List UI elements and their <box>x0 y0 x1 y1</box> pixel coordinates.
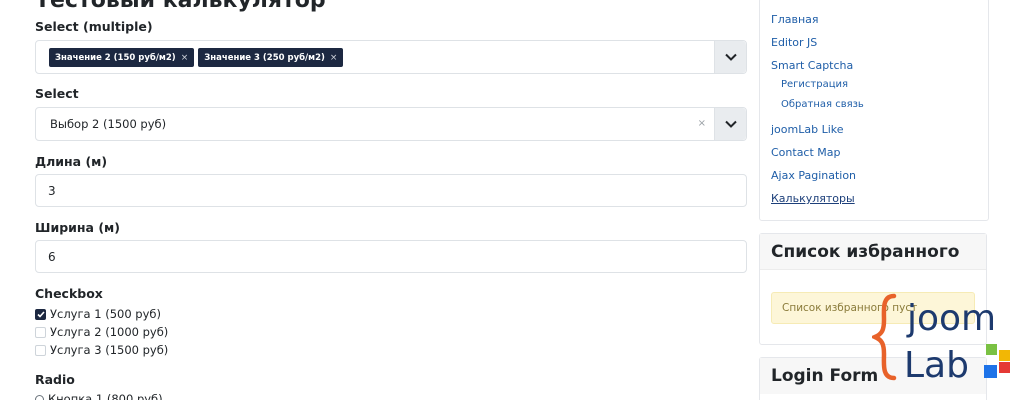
sidebar-item-feedback[interactable]: Обратная связь <box>781 99 864 110</box>
joomlab-logo: joom Lab <box>872 293 1010 386</box>
multi-select-label: Select (multiple) <box>35 19 153 34</box>
length-value: 3 <box>48 183 56 198</box>
select-label: Select <box>35 86 79 101</box>
logo-line1: joom <box>906 298 996 339</box>
radio-group-label: Radio <box>35 372 75 387</box>
checkmark-icon <box>36 310 45 318</box>
multi-select-field[interactable]: Значение 2 (150 руб/м2) × Значение 3 (25… <box>35 40 747 74</box>
radio-option[interactable]: Кнопка 1 (800 руб) <box>35 392 163 400</box>
sidebar-item-ajax-pagination[interactable]: Ajax Pagination <box>771 169 856 182</box>
width-value: 6 <box>48 249 56 264</box>
length-label: Длина (м) <box>35 154 108 169</box>
radio-button[interactable] <box>35 394 44 400</box>
remove-tag-icon[interactable]: × <box>181 53 189 63</box>
select-dropdown-button[interactable] <box>714 108 746 140</box>
clear-selection-icon[interactable]: × <box>698 118 706 129</box>
checkbox-unchecked[interactable] <box>35 344 46 356</box>
sidebar-item-joomlab-like[interactable]: joomLab Like <box>771 123 844 136</box>
checkbox-option[interactable]: Услуга 2 (1000 руб) <box>35 325 168 339</box>
radio-option-label: Кнопка 1 (800 руб) <box>48 392 163 400</box>
selected-tag: Значение 2 (150 руб/м2) × <box>49 48 195 67</box>
select-value: Выбор 2 (1500 руб) <box>50 117 167 131</box>
page-title: Тестовый калькулятор <box>35 0 326 13</box>
selected-tag-label: Значение 3 (250 руб/м2) <box>204 52 325 63</box>
multi-select-dropdown-button[interactable] <box>714 41 746 73</box>
chevron-down-icon <box>724 53 737 61</box>
sidebar-item-registration[interactable]: Регистрация <box>781 79 848 90</box>
checkbox-unchecked[interactable] <box>35 326 46 338</box>
width-input[interactable]: 6 <box>35 240 747 273</box>
checkbox-option-label: Услуга 3 (1500 руб) <box>50 343 169 357</box>
checkbox-option-label: Услуга 1 (500 руб) <box>50 307 161 321</box>
sidebar-menu: Главная Editor JS Smart Captcha Регистра… <box>759 0 989 221</box>
checkbox-option[interactable]: Услуга 1 (500 руб) <box>35 307 161 321</box>
select-field[interactable]: Выбор 2 (1500 руб) × <box>35 107 747 141</box>
checkbox-checked[interactable] <box>35 308 46 320</box>
remove-tag-icon[interactable]: × <box>330 53 338 63</box>
checkbox-option[interactable]: Услуга 3 (1500 руб) <box>35 343 168 357</box>
favorites-title: Список избранного <box>760 234 986 270</box>
sidebar-item-editor-js[interactable]: Editor JS <box>771 36 817 49</box>
sidebar-item-smart-captcha[interactable]: Smart Captcha <box>771 59 853 72</box>
selected-tag: Значение 3 (250 руб/м2) × <box>198 48 344 67</box>
length-input[interactable]: 3 <box>35 174 747 207</box>
selected-tag-label: Значение 2 (150 руб/м2) <box>55 52 176 63</box>
width-label: Ширина (м) <box>35 220 120 235</box>
chevron-down-icon <box>724 120 737 128</box>
checkbox-option-label: Услуга 2 (1000 руб) <box>50 325 169 339</box>
sidebar-item-home[interactable]: Главная <box>771 13 819 26</box>
checkbox-group-label: Checkbox <box>35 286 103 301</box>
sidebar-item-calculators[interactable]: Калькуляторы <box>771 192 855 205</box>
sidebar-item-contact-map[interactable]: Contact Map <box>771 146 841 159</box>
logo-line2: Lab <box>904 345 969 386</box>
